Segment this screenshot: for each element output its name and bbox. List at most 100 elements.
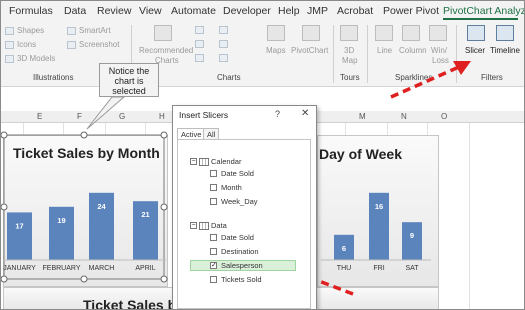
group-label-charts: Charts [217,73,241,82]
group-calendar[interactable]: − Calendar [190,156,241,167]
sparkline-column-icon[interactable] [402,25,420,41]
column-header-o[interactable]: O [441,112,447,121]
column-chart-button[interactable] [195,26,207,34]
3d-map-label-2: Map [342,56,358,65]
table-icon [199,221,209,230]
tab-jmp[interactable]: JMP [307,5,328,17]
bar-chart-button[interactable] [219,26,231,34]
checkbox[interactable] [210,276,217,283]
slicer-icon[interactable] [467,25,485,41]
pivotchart-icon[interactable] [302,25,320,41]
maps-label[interactable]: Maps [266,46,286,55]
tab-acrobat[interactable]: Acrobat [337,5,373,17]
sparkline-column-label[interactable]: Column [399,46,427,55]
help-button[interactable]: ? [275,109,280,119]
ribbon: Shapes Icons 3D Models SmartArt Screensh… [1,21,524,87]
field-calendar-date-sold[interactable]: Date Sold [210,168,254,179]
scatter-chart-button[interactable] [219,40,231,48]
column-header-e[interactable]: E [37,112,42,121]
column-header-m[interactable]: M [359,112,366,121]
pie-chart-icon [195,54,204,62]
column-header-h[interactable]: H [159,112,165,121]
tab-view[interactable]: View [139,5,162,17]
column-header-g[interactable]: G [119,112,125,121]
shapes-label: Shapes [17,26,45,35]
collapse-icon[interactable]: − [190,158,197,165]
checkbox[interactable] [210,198,217,205]
column-header-f[interactable]: F [77,112,82,121]
pivotchart-label[interactable]: PivotChart [291,46,328,55]
line-chart-button[interactable] [195,40,207,48]
field-label: Date Sold [221,233,254,242]
smartart-icon [67,26,76,35]
tab-automate[interactable]: Automate [171,5,216,17]
group-label-illustrations: Illustrations [33,73,74,82]
ribbon-tab-bar: Formulas Data Review View Automate Devel… [1,1,524,21]
tab-developer[interactable]: Developer [223,5,271,17]
checkbox[interactable] [210,234,217,241]
3d-map-label[interactable]: 3D [344,46,354,55]
field-data-date-sold[interactable]: Date Sold [210,232,254,243]
checkbox-checked[interactable]: ✓ [210,262,217,269]
close-icon[interactable]: ✕ [301,108,309,119]
sparkline-line-icon[interactable] [375,25,393,41]
line-chart-icon [195,40,204,48]
3d-map-icon[interactable] [340,25,358,41]
bar-chart-icon [219,26,228,34]
tab-pivotchart-analyze[interactable]: PivotChart Analyze [443,5,524,17]
group-label-sparklines: Sparklines [395,73,433,82]
excel-window: Formulas Data Review View Automate Devel… [0,0,525,310]
tab-formulas[interactable]: Formulas [9,5,53,17]
checkbox[interactable] [210,170,217,177]
chart-month-area[interactable] [3,135,168,287]
column-chart-icon [195,26,204,34]
field-label: Week_Day [221,197,258,206]
screenshot-icon [67,40,76,49]
screenshot-button[interactable]: Screenshot [67,40,119,49]
maps-icon[interactable] [267,25,285,41]
pie-chart-button[interactable] [195,54,207,62]
timeline-label[interactable]: Timeline [490,46,520,55]
recommended-charts-label[interactable]: Recommended [139,46,193,55]
tab-help[interactable]: Help [278,5,300,17]
group-data[interactable]: − Data [190,220,227,231]
3d-models-button[interactable]: 3D Models [5,54,55,63]
checkbox[interactable] [210,184,217,191]
group-separator [456,25,457,83]
group-separator [333,25,334,83]
field-data-destination[interactable]: Destination [210,246,259,257]
recommended-charts-icon[interactable] [154,25,172,41]
shapes-button[interactable]: Shapes [5,26,44,35]
sparkline-winloss-label[interactable]: Win/ [431,46,447,55]
field-label: Tickets Sold [221,275,262,284]
combo-chart-icon [219,54,228,62]
group-separator [367,25,368,83]
checkbox[interactable] [210,248,217,255]
screenshot-label: Screenshot [79,40,120,49]
tab-review[interactable]: Review [97,5,131,17]
field-label: Salesperson [221,261,263,270]
active-tab-underline [443,18,518,20]
field-calendar-month[interactable]: Month [210,182,242,193]
icons-icon [5,40,14,49]
smartart-button[interactable]: SmartArt [67,26,111,35]
tab-power-pivot[interactable]: Power Pivot [383,5,439,17]
field-calendar-week-day[interactable]: Week_Day [210,196,258,207]
smartart-label: SmartArt [79,26,111,35]
sparkline-line-label[interactable]: Line [377,46,392,55]
timeline-icon[interactable] [496,25,514,41]
sparkline-winloss-icon[interactable] [429,25,447,41]
icons-button[interactable]: Icons [5,40,36,49]
field-data-salesperson[interactable]: ✓ Salesperson [190,260,296,271]
slicer-label[interactable]: Slicer [465,46,485,55]
combo-chart-button[interactable] [219,54,231,62]
column-header-n[interactable]: N [401,112,407,121]
field-data-tickets-sold[interactable]: Tickets Sold [210,274,262,285]
tab-data[interactable]: Data [64,5,86,17]
collapse-icon[interactable]: − [190,222,197,229]
chart-weekday-area[interactable] [317,135,439,287]
group-calendar-label: Calendar [211,157,242,166]
3d-models-icon [5,54,14,63]
sparkline-winloss-label-2: Loss [432,56,449,65]
icons-label: Icons [17,40,37,49]
